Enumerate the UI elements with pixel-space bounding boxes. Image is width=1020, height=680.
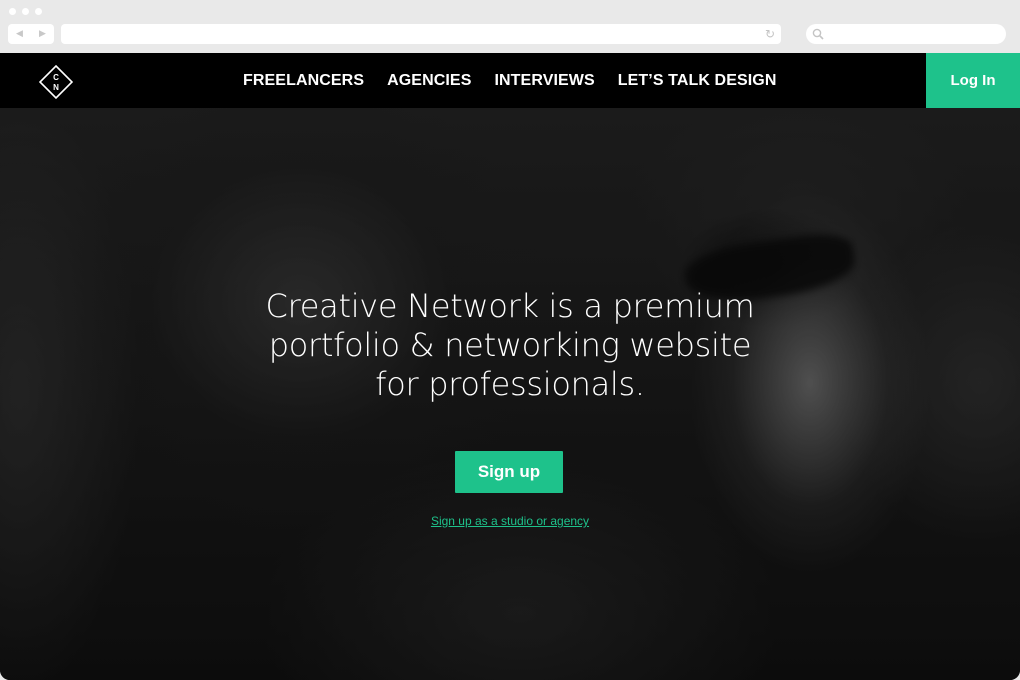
nav-link-agencies[interactable]: AGENCIES [387,72,471,90]
creative-network-logo-icon[interactable]: C N [39,65,73,99]
logo-letter-bottom: N [53,83,59,92]
hero-headline-line: portfolio & networking website [268,326,752,364]
forward-arrow-icon[interactable]: ▶ [39,29,46,39]
back-arrow-icon[interactable]: ◀ [16,29,23,39]
nav-link-interviews[interactable]: INTERVIEWS [494,72,594,90]
search-icon [812,28,824,40]
reload-icon[interactable]: ↻ [765,27,775,41]
maximize-window-dot[interactable] [35,8,42,15]
close-window-dot[interactable] [9,8,16,15]
hero-headline-line: Creative Network is a premium [265,287,755,325]
logo-letter-top: C [53,73,59,82]
website-viewport: C N FREELANCERS AGENCIES INTERVIEWS LET’… [0,53,1020,680]
window-controls [9,8,42,15]
main-nav: FREELANCERS AGENCIES INTERVIEWS LET’S TA… [243,53,777,108]
top-navigation-bar: C N FREELANCERS AGENCIES INTERVIEWS LET’… [0,53,1020,108]
hero-headline: Creative Network is a premium portfolio … [230,287,790,404]
login-button[interactable]: Log In [926,53,1020,108]
browser-search-field[interactable] [806,24,1006,44]
browser-nav-buttons: ◀ ▶ [8,24,54,44]
nav-link-lets-talk-design[interactable]: LET’S TALK DESIGN [618,72,777,90]
signup-button[interactable]: Sign up [455,451,563,493]
browser-chrome: ◀ ▶ ↻ [0,0,1020,53]
nav-link-freelancers[interactable]: FREELANCERS [243,72,364,90]
address-bar[interactable]: ↻ [61,24,781,44]
minimize-window-dot[interactable] [22,8,29,15]
signup-studio-link[interactable]: Sign up as a studio or agency [380,514,640,528]
hero-headline-line: for professionals. [375,365,645,403]
